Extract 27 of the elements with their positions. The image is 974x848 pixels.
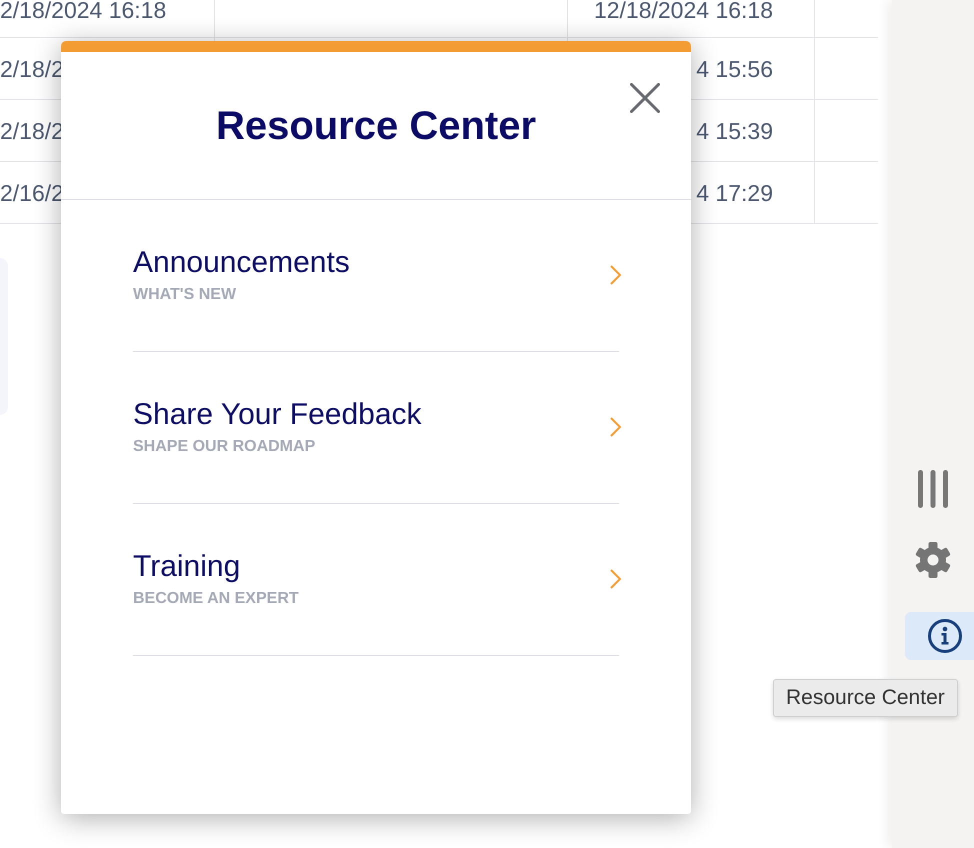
chevron-icon[interactable] [610,569,621,589]
sidebar-button[interactable] [918,470,948,508]
timestamp: 4 15:39 [696,120,773,140]
chevron-icon[interactable] [610,265,621,285]
columns-icon [918,470,948,508]
timestamp: 2/18/2024 16:18 [0,0,166,20]
menu-item-link[interactable]: Share Your Feedback [133,398,422,432]
menu-item-link[interactable]: Training [133,550,240,584]
timestamp: 2/18/2 [0,120,64,140]
chevron-icon[interactable] [610,417,621,437]
info-icon [928,619,962,653]
menu-item-link[interactable]: Announcements [133,246,350,280]
menu-item-subtitle: SHAPE OUR ROADMAP [133,437,316,456]
timestamp: 12/18/2024 16:18 [594,0,773,20]
sidebar-button[interactable] [915,542,951,578]
close-button[interactable] [630,83,660,113]
sidebar-button[interactable] [905,612,974,660]
timestamp: 4 17:29 [696,182,773,202]
tooltip: Resource Center [773,679,958,717]
timestamp: 4 15:56 [696,58,773,78]
timestamp: 2/16/2 [0,182,64,202]
menu-item-subtitle: WHAT'S NEW [133,285,236,304]
dialog-title: Resource Center [216,102,536,150]
menu-item-subtitle: BECOME AN EXPERT [133,589,299,608]
timestamp: 2/18/2 [0,58,64,78]
settings-icon [915,542,951,578]
close-icon [630,83,660,113]
